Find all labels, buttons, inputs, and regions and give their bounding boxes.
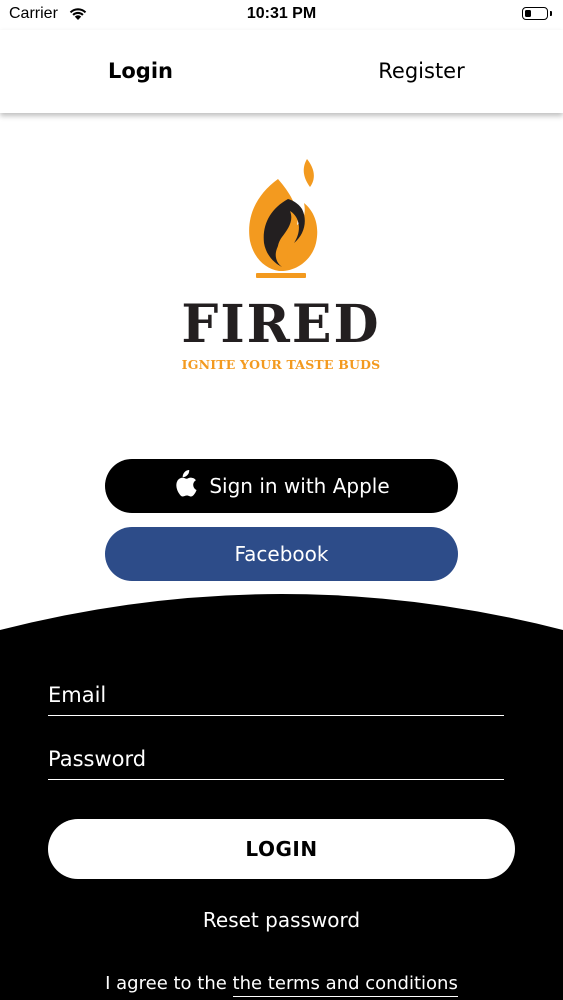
terms-prefix: I agree to the xyxy=(105,973,233,994)
battery-tip xyxy=(550,11,552,16)
email-field[interactable] xyxy=(48,675,504,716)
tab-login[interactable]: Login xyxy=(0,30,281,113)
logo-wordmark: FIRED xyxy=(181,294,381,355)
apple-button-label: Sign in with Apple xyxy=(209,474,390,498)
facebook-button-label: Facebook xyxy=(234,542,329,566)
logo-tagline: IGNITE YOUR TASTE BUDS xyxy=(181,357,381,372)
reset-password-link[interactable]: Reset password xyxy=(0,908,563,932)
panel-background xyxy=(0,594,563,1000)
login-button[interactable]: LOGIN xyxy=(48,819,515,879)
sign-in-with-apple-button[interactable]: Sign in with Apple xyxy=(105,459,458,513)
terms-agreement: I agree to the the terms and conditions xyxy=(0,973,563,997)
facebook-login-button[interactable]: Facebook xyxy=(105,527,458,581)
flame-torch-icon xyxy=(249,159,318,278)
password-input[interactable] xyxy=(48,739,504,779)
tab-register[interactable]: Register xyxy=(281,30,562,113)
battery-level-fill xyxy=(524,9,531,17)
auth-tab-bar: Login Register xyxy=(0,30,563,113)
login-form-panel xyxy=(0,594,563,1000)
battery-icon xyxy=(522,7,548,20)
apple-icon xyxy=(176,470,197,497)
email-input[interactable] xyxy=(48,675,504,715)
fired-logo: FIRED IGNITE YOUR TASTE BUDS xyxy=(170,155,392,380)
status-time: 10:31 PM xyxy=(246,5,317,22)
password-field[interactable] xyxy=(48,739,504,780)
status-bar: Carrier 10:31 PM xyxy=(0,0,563,30)
terms-link[interactable]: the terms and conditions xyxy=(232,973,458,997)
